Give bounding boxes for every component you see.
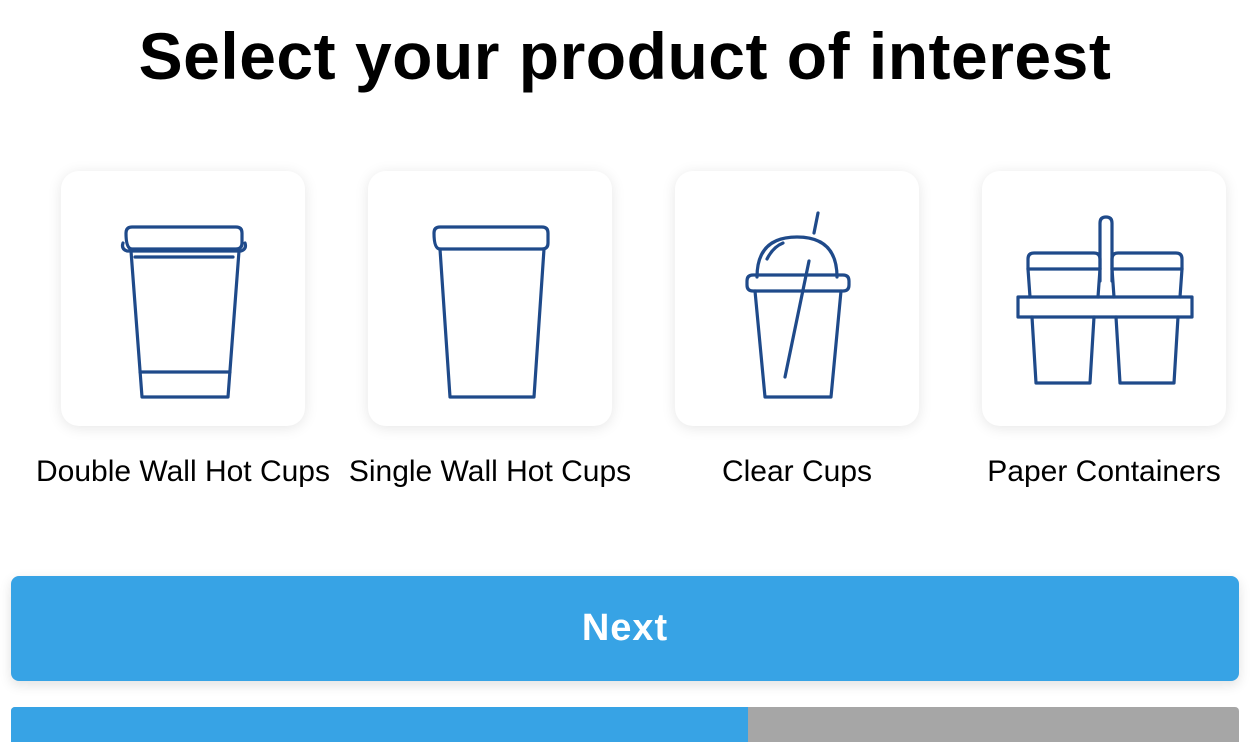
product-tile[interactable] xyxy=(368,171,612,426)
product-label: Paper Containers xyxy=(987,455,1221,488)
product-option-single-wall-hot-cups[interactable]: Single Wall Hot Cups xyxy=(336,171,644,491)
next-button[interactable]: Next xyxy=(11,576,1239,681)
product-tile[interactable] xyxy=(982,171,1226,426)
product-option-paper-containers[interactable]: Paper Containers xyxy=(950,171,1258,491)
product-option-clear-cups[interactable]: Clear Cups xyxy=(643,171,951,491)
product-label: Single Wall Hot Cups xyxy=(348,455,632,488)
product-label: Clear Cups xyxy=(721,455,873,488)
product-selection-page: Select your product of interest Double W… xyxy=(0,0,1258,742)
clear-cup-icon xyxy=(745,210,851,399)
single-wall-cup-icon xyxy=(432,224,550,399)
progress-bar xyxy=(11,707,1239,742)
product-tile[interactable] xyxy=(675,171,919,426)
product-tile[interactable] xyxy=(61,171,305,426)
product-grid: Double Wall Hot Cups Single Wall Hot Cup… xyxy=(0,171,1258,541)
page-title: Select your product of interest xyxy=(138,19,1112,93)
progress-fill xyxy=(11,707,748,742)
double-wall-cup-icon xyxy=(120,224,248,399)
product-label: Double Wall Hot Cups xyxy=(35,455,330,488)
product-option-double-wall-hot-cups[interactable]: Double Wall Hot Cups xyxy=(29,171,337,491)
paper-container-carrier-icon xyxy=(1016,214,1194,385)
